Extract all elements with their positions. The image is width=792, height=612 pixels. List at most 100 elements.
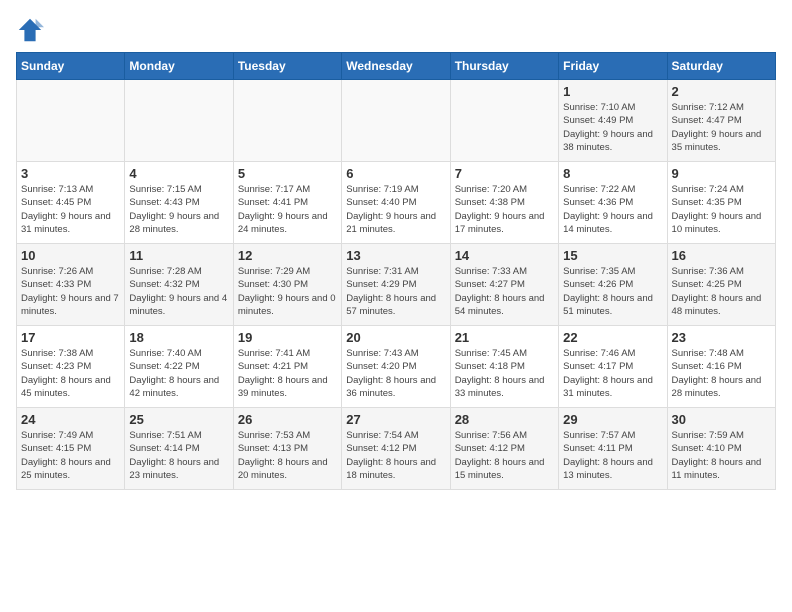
calendar-cell: 23Sunrise: 7:48 AM Sunset: 4:16 PM Dayli…: [667, 326, 775, 408]
day-number: 25: [129, 412, 228, 427]
calendar-cell: [450, 80, 558, 162]
day-number: 30: [672, 412, 771, 427]
calendar-cell: 13Sunrise: 7:31 AM Sunset: 4:29 PM Dayli…: [342, 244, 450, 326]
page-header: [16, 16, 776, 44]
header-monday: Monday: [125, 53, 233, 80]
calendar-cell: 29 Sunrise: 7:57 AM Sunset: 4:11 PM Dayli…: [559, 408, 667, 490]
day-info: Sunrise: 7:15 AM Sunset: 4:43 PM Dayligh…: [129, 183, 228, 236]
day-number: 3: [21, 166, 120, 181]
calendar-cell: 27 Sunrise: 7:54 AM Sunset: 4:12 PM Dayli…: [342, 408, 450, 490]
calendar-cell: 21 Sunrise: 7:45 AM Sunset: 4:18 PM Dayli…: [450, 326, 558, 408]
day-info: Sunrise: 7:57 AM Sunset: 4:11 PM Dayligh…: [563, 429, 662, 482]
header-sunday: Sunday: [17, 53, 125, 80]
header-friday: Friday: [559, 53, 667, 80]
calendar-cell: 17 Sunrise: 7:38 AM Sunset: 4:23 PM Dayli…: [17, 326, 125, 408]
day-number: 6: [346, 166, 445, 181]
day-info: Sunrise: 7:36 AM Sunset: 4:25 PM Dayligh…: [672, 265, 771, 318]
day-info: Sunrise: 7:26 AM Sunset: 4:33 PM Dayligh…: [21, 265, 120, 318]
day-number: 28: [455, 412, 554, 427]
calendar-week-row: 10 Sunrise: 7:26 AM Sunset: 4:33 PM Dayli…: [17, 244, 776, 326]
day-number: 9: [672, 166, 771, 181]
day-number: 17: [21, 330, 120, 345]
calendar-cell: [125, 80, 233, 162]
day-info: Sunrise: 7:45 AM Sunset: 4:18 PM Dayligh…: [455, 347, 554, 400]
calendar-cell: 10 Sunrise: 7:26 AM Sunset: 4:33 PM Dayli…: [17, 244, 125, 326]
calendar-table: Sunday Monday Tuesday Wednesday Thursday…: [16, 52, 776, 490]
day-number: 14: [455, 248, 554, 263]
calendar-cell: [17, 80, 125, 162]
calendar-header-row: Sunday Monday Tuesday Wednesday Thursday…: [17, 53, 776, 80]
day-info: Sunrise: 7:31 AM Sunset: 4:29 PM Dayligh…: [346, 265, 445, 318]
calendar-cell: 28Sunrise: 7:56 AM Sunset: 4:12 PM Dayli…: [450, 408, 558, 490]
day-info: Sunrise: 7:48 AM Sunset: 4:16 PM Dayligh…: [672, 347, 771, 400]
day-info: Sunrise: 7:19 AM Sunset: 4:40 PM Dayligh…: [346, 183, 445, 236]
day-number: 26: [238, 412, 337, 427]
day-info: Sunrise: 7:17 AM Sunset: 4:41 PM Dayligh…: [238, 183, 337, 236]
calendar-cell: 12 Sunrise: 7:29 AM Sunset: 4:30 PM Dayli…: [233, 244, 341, 326]
calendar-cell: 6 Sunrise: 7:19 AM Sunset: 4:40 PM Daylig…: [342, 162, 450, 244]
calendar-cell: [233, 80, 341, 162]
day-info: Sunrise: 7:40 AM Sunset: 4:22 PM Dayligh…: [129, 347, 228, 400]
header-saturday: Saturday: [667, 53, 775, 80]
day-info: Sunrise: 7:46 AM Sunset: 4:17 PM Dayligh…: [563, 347, 662, 400]
day-number: 11: [129, 248, 228, 263]
day-number: 18: [129, 330, 228, 345]
day-number: 15: [563, 248, 662, 263]
day-number: 21: [455, 330, 554, 345]
day-info: Sunrise: 7:41 AM Sunset: 4:21 PM Dayligh…: [238, 347, 337, 400]
day-number: 24: [21, 412, 120, 427]
day-info: Sunrise: 7:12 AM Sunset: 4:47 PM Dayligh…: [672, 101, 771, 154]
calendar-cell: 16 Sunrise: 7:36 AM Sunset: 4:25 PM Dayli…: [667, 244, 775, 326]
day-info: Sunrise: 7:38 AM Sunset: 4:23 PM Dayligh…: [21, 347, 120, 400]
calendar-cell: 9Sunrise: 7:24 AM Sunset: 4:35 PM Daylig…: [667, 162, 775, 244]
day-info: Sunrise: 7:29 AM Sunset: 4:30 PM Dayligh…: [238, 265, 337, 318]
day-number: 7: [455, 166, 554, 181]
calendar-cell: 2 Sunrise: 7:12 AM Sunset: 4:47 PM Daylig…: [667, 80, 775, 162]
calendar-cell: 15 Sunrise: 7:35 AM Sunset: 4:26 PM Dayli…: [559, 244, 667, 326]
calendar-cell: 18 Sunrise: 7:40 AM Sunset: 4:22 PM Dayli…: [125, 326, 233, 408]
day-info: Sunrise: 7:33 AM Sunset: 4:27 PM Dayligh…: [455, 265, 554, 318]
day-number: 1: [563, 84, 662, 99]
day-info: Sunrise: 7:49 AM Sunset: 4:15 PM Dayligh…: [21, 429, 120, 482]
day-number: 20: [346, 330, 445, 345]
calendar-week-row: 24 Sunrise: 7:49 AM Sunset: 4:15 PM Dayli…: [17, 408, 776, 490]
header-wednesday: Wednesday: [342, 53, 450, 80]
calendar-cell: 26 Sunrise: 7:53 AM Sunset: 4:13 PM Dayli…: [233, 408, 341, 490]
day-number: 16: [672, 248, 771, 263]
day-number: 2: [672, 84, 771, 99]
calendar-cell: 1Sunrise: 7:10 AM Sunset: 4:49 PM Daylig…: [559, 80, 667, 162]
day-info: Sunrise: 7:54 AM Sunset: 4:12 PM Dayligh…: [346, 429, 445, 482]
calendar-week-row: 3 Sunrise: 7:13 AM Sunset: 4:45 PM Daylig…: [17, 162, 776, 244]
day-number: 12: [238, 248, 337, 263]
day-info: Sunrise: 7:22 AM Sunset: 4:36 PM Dayligh…: [563, 183, 662, 236]
header-tuesday: Tuesday: [233, 53, 341, 80]
day-number: 27: [346, 412, 445, 427]
logo-icon: [16, 16, 44, 44]
calendar-cell: 3 Sunrise: 7:13 AM Sunset: 4:45 PM Daylig…: [17, 162, 125, 244]
calendar-cell: 14 Sunrise: 7:33 AM Sunset: 4:27 PM Dayli…: [450, 244, 558, 326]
calendar-week-row: 1Sunrise: 7:10 AM Sunset: 4:49 PM Daylig…: [17, 80, 776, 162]
day-number: 5: [238, 166, 337, 181]
day-info: Sunrise: 7:28 AM Sunset: 4:32 PM Dayligh…: [129, 265, 228, 318]
calendar-cell: 25 Sunrise: 7:51 AM Sunset: 4:14 PM Dayli…: [125, 408, 233, 490]
logo: [16, 16, 48, 44]
day-info: Sunrise: 7:13 AM Sunset: 4:45 PM Dayligh…: [21, 183, 120, 236]
calendar-cell: 11 Sunrise: 7:28 AM Sunset: 4:32 PM Dayli…: [125, 244, 233, 326]
calendar-cell: 19Sunrise: 7:41 AM Sunset: 4:21 PM Dayli…: [233, 326, 341, 408]
day-info: Sunrise: 7:53 AM Sunset: 4:13 PM Dayligh…: [238, 429, 337, 482]
day-info: Sunrise: 7:43 AM Sunset: 4:20 PM Dayligh…: [346, 347, 445, 400]
calendar-cell: 7Sunrise: 7:20 AM Sunset: 4:38 PM Daylig…: [450, 162, 558, 244]
day-info: Sunrise: 7:59 AM Sunset: 4:10 PM Dayligh…: [672, 429, 771, 482]
day-info: Sunrise: 7:35 AM Sunset: 4:26 PM Dayligh…: [563, 265, 662, 318]
day-number: 4: [129, 166, 228, 181]
day-number: 10: [21, 248, 120, 263]
calendar-week-row: 17 Sunrise: 7:38 AM Sunset: 4:23 PM Dayli…: [17, 326, 776, 408]
calendar-cell: 30 Sunrise: 7:59 AM Sunset: 4:10 PM Dayli…: [667, 408, 775, 490]
day-number: 29: [563, 412, 662, 427]
day-info: Sunrise: 7:51 AM Sunset: 4:14 PM Dayligh…: [129, 429, 228, 482]
calendar-cell: 4 Sunrise: 7:15 AM Sunset: 4:43 PM Daylig…: [125, 162, 233, 244]
calendar-cell: 22 Sunrise: 7:46 AM Sunset: 4:17 PM Dayli…: [559, 326, 667, 408]
day-number: 22: [563, 330, 662, 345]
day-number: 8: [563, 166, 662, 181]
header-thursday: Thursday: [450, 53, 558, 80]
